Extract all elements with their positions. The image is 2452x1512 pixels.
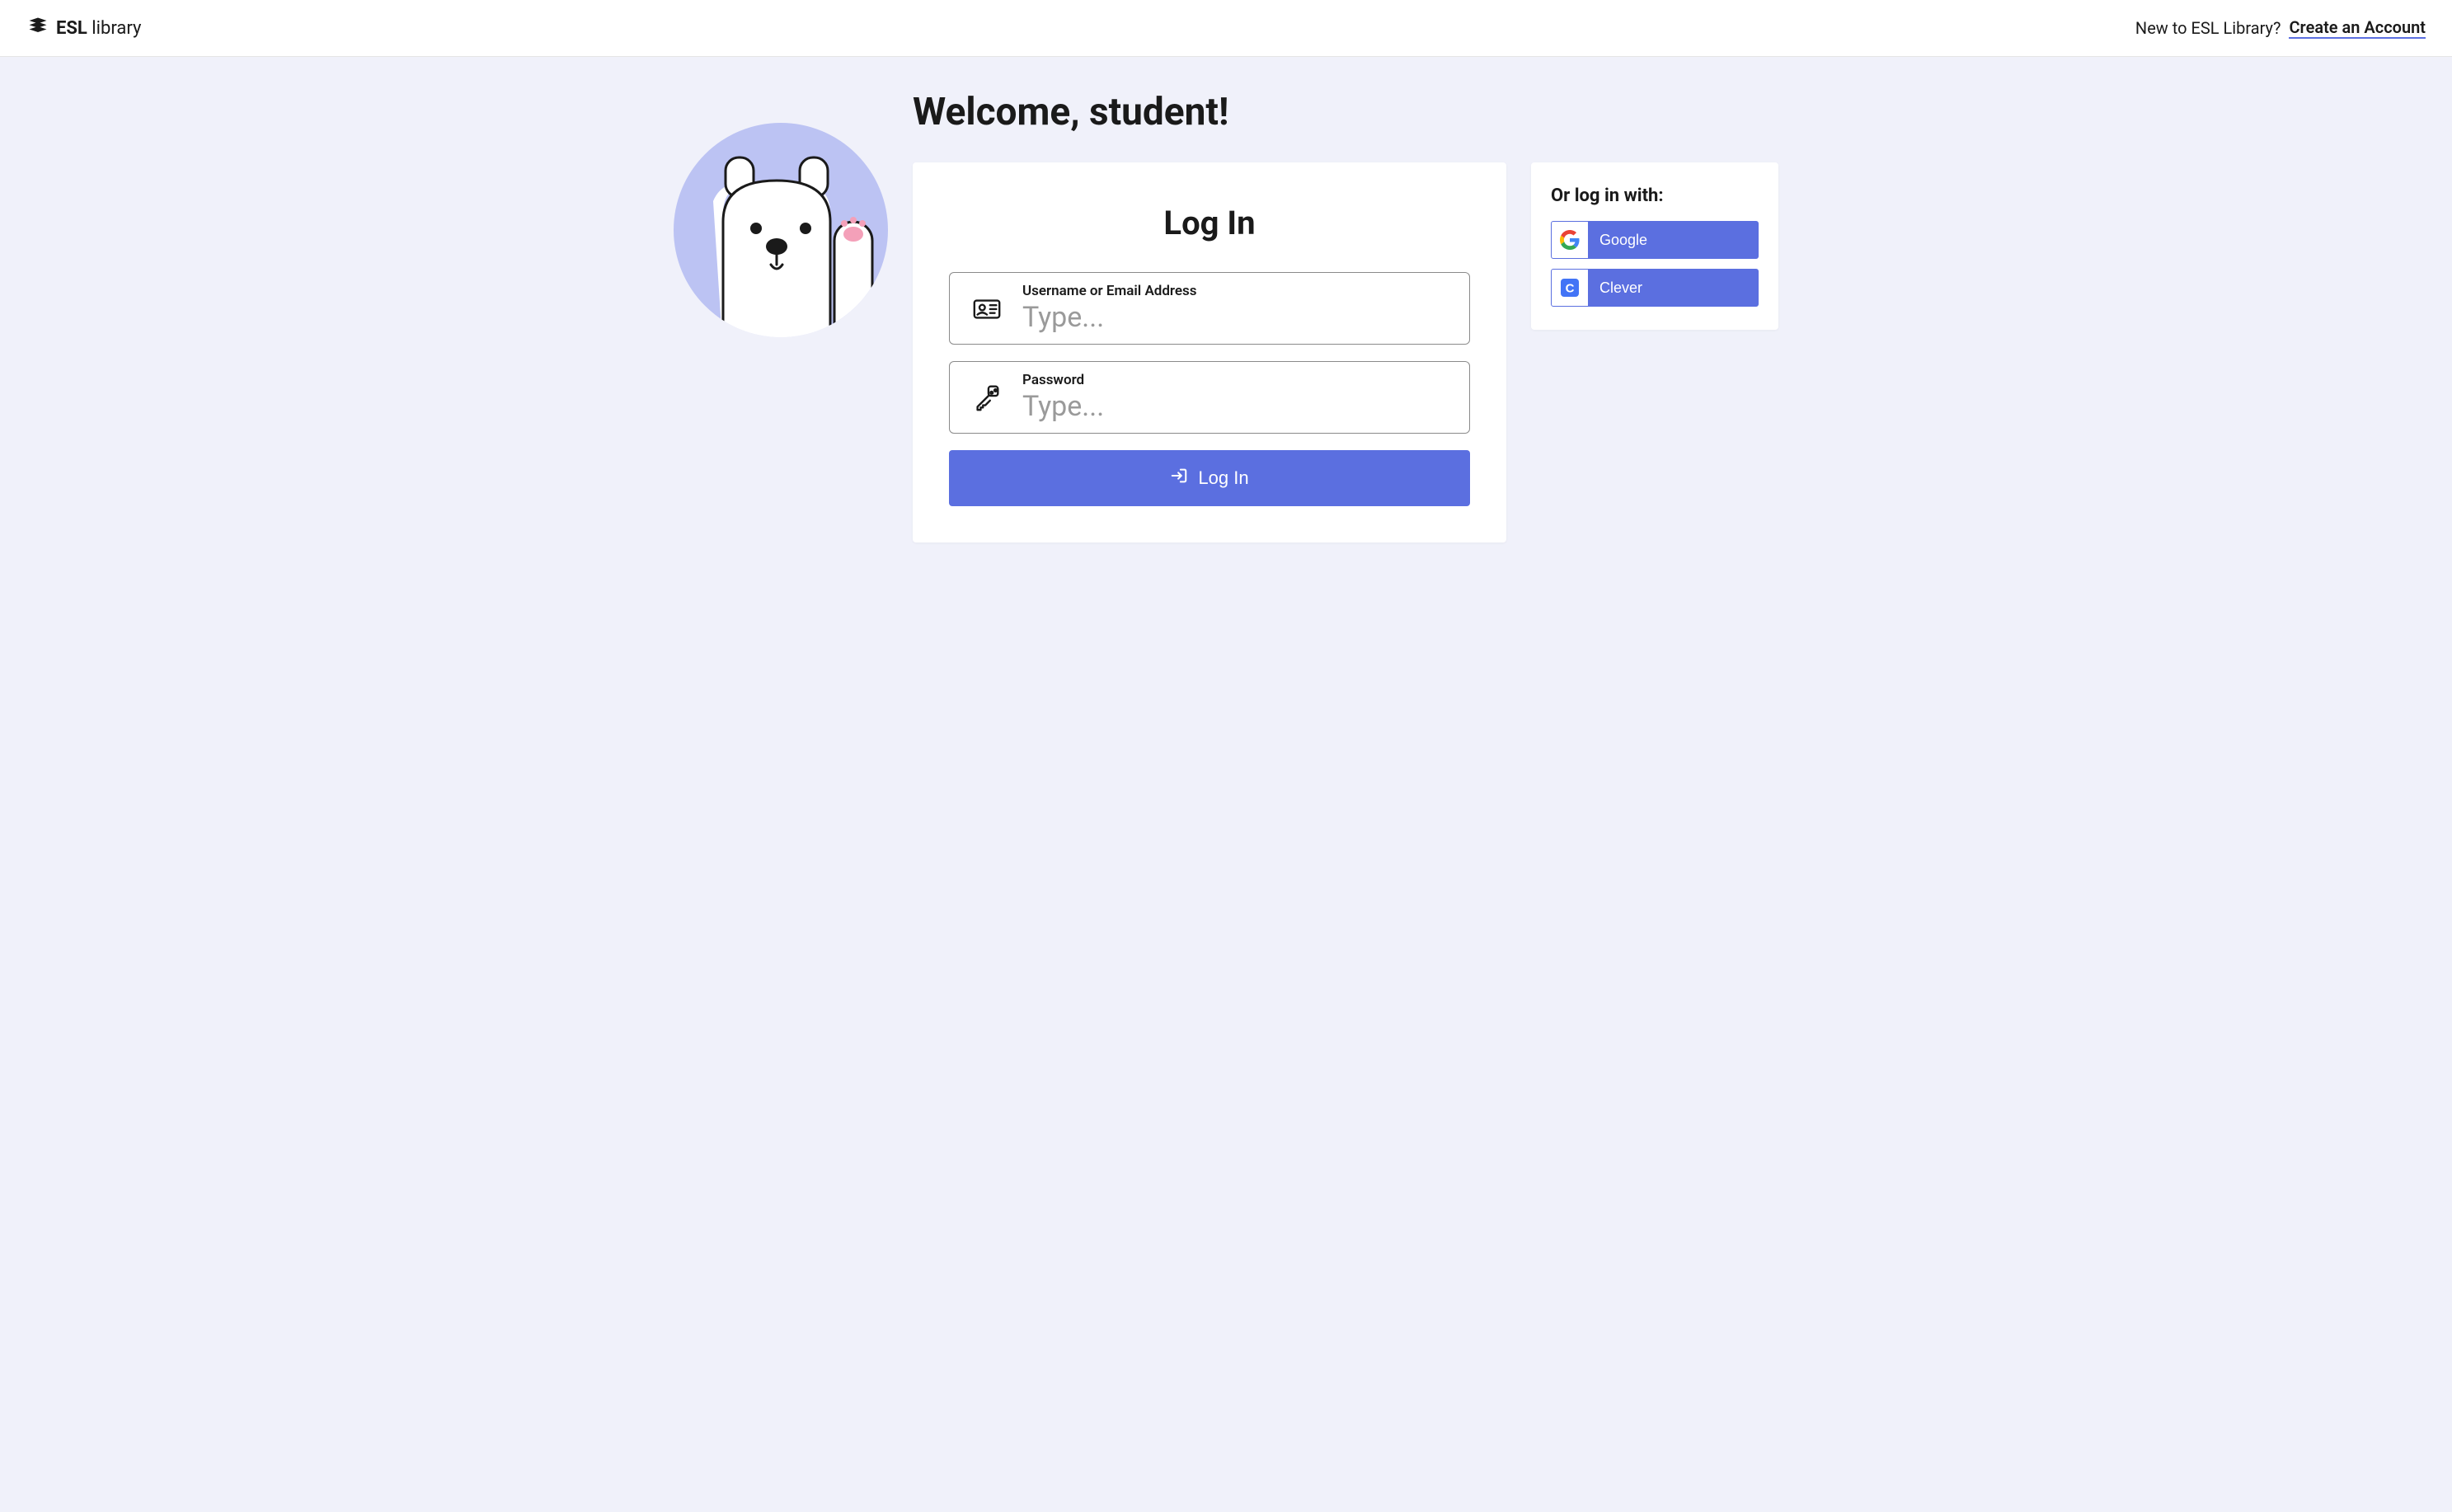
brand-text: ESL library [56,18,141,39]
sso-card: Or log in with: Google [1531,162,1778,330]
username-label: Username or Email Address [1022,283,1454,299]
header-right: New to ESL Library? Create an Account [2135,17,2426,39]
login-button[interactable]: Log In [949,450,1470,506]
password-input[interactable] [1022,390,1454,423]
login-button-label: Log In [1198,467,1248,489]
book-stack-icon [26,15,49,41]
signup-prompt: New to ESL Library? [2135,18,2281,38]
clever-icon: C [1552,270,1588,306]
login-card: Log In Username or Email Addr [913,162,1506,542]
welcome-heading: Welcome, student! [913,90,1778,134]
password-field[interactable]: Password [949,361,1470,434]
key-icon [971,382,1003,413]
svg-text:C: C [1566,282,1575,296]
sso-clever-button[interactable]: C Clever [1551,269,1759,307]
sso-clever-label: Clever [1588,279,1642,297]
brand-logo: ESL library [26,15,141,41]
header: ESL library New to ESL Library? Create a… [0,0,2452,57]
id-card-icon [971,293,1003,324]
content: Welcome, student! Log In [913,90,1778,542]
username-input[interactable] [1022,301,1454,334]
create-account-link[interactable]: Create an Account [2289,17,2426,39]
username-field[interactable]: Username or Email Address [949,272,1470,345]
sso-google-label: Google [1588,232,1647,249]
main: Welcome, student! Log In [649,57,1803,575]
sso-title: Or log in with: [1551,185,1759,206]
mascot-avatar [674,123,888,340]
login-title: Log In [949,204,1470,242]
password-label: Password [1022,372,1454,388]
google-icon [1552,222,1588,258]
panels: Log In Username or Email Addr [913,162,1778,542]
login-arrow-icon [1170,467,1188,490]
sso-google-button[interactable]: Google [1551,221,1759,259]
